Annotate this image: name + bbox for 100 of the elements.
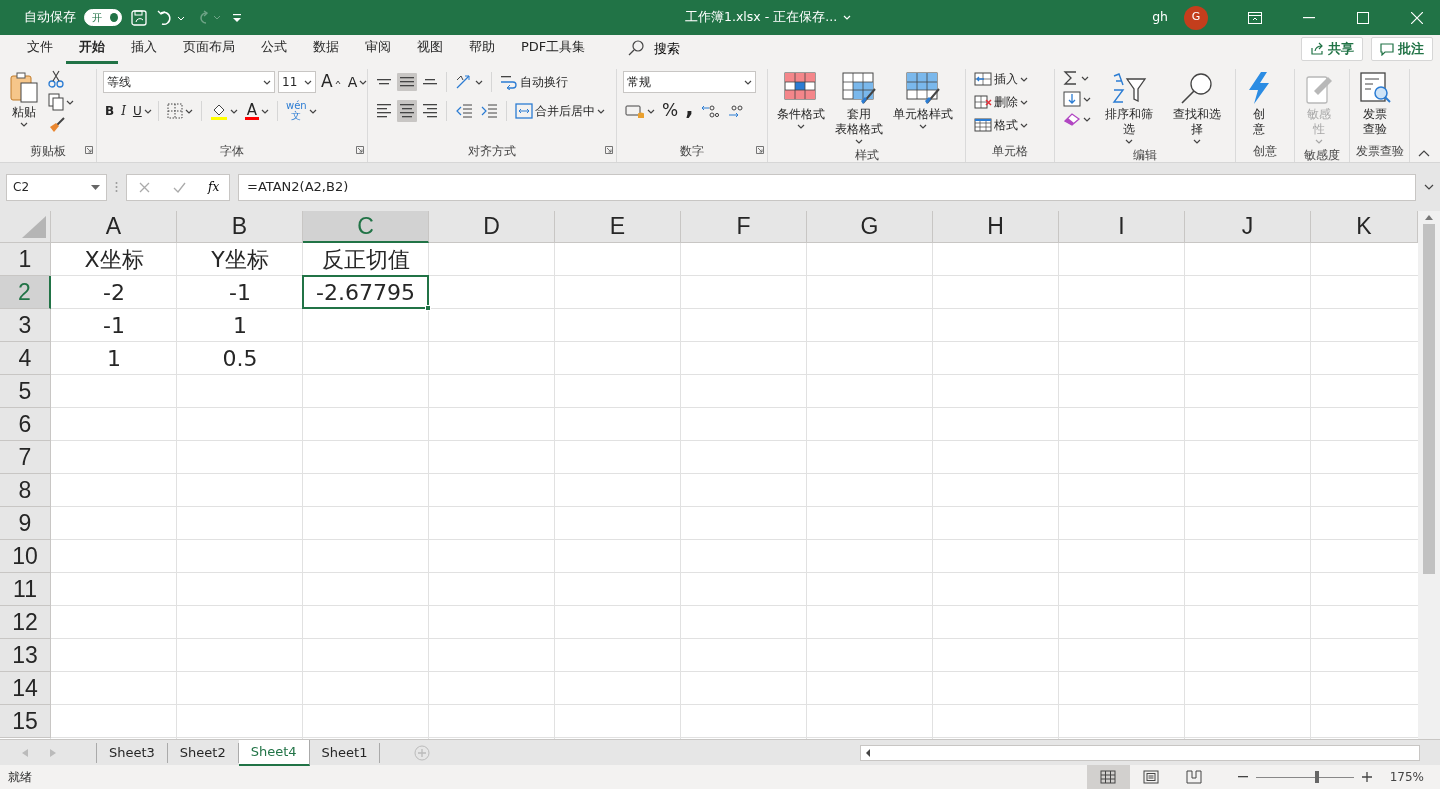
phonetic-button[interactable]: wén 文 — [283, 100, 319, 122]
invoice-check-button[interactable]: 发票 查验 — [1356, 69, 1394, 140]
paste-button[interactable]: 粘贴 — [6, 69, 42, 140]
normal-view-button[interactable] — [1086, 765, 1130, 789]
find-select-button[interactable]: 查找和选择 — [1165, 69, 1229, 146]
column-header[interactable]: B — [177, 211, 303, 243]
ribbon-tab[interactable]: 数据 — [300, 36, 352, 64]
save-icon[interactable] — [130, 8, 148, 27]
shrink-font-button[interactable]: A — [345, 70, 370, 94]
zoom-slider-thumb[interactable] — [1315, 770, 1320, 783]
row-header[interactable]: 13 — [0, 639, 51, 672]
font-name-field[interactable]: 等线 — [103, 71, 275, 93]
ribbon-tab[interactable]: PDF工具集 — [508, 36, 599, 64]
format-as-table-button[interactable]: 套用 表格格式 — [832, 69, 886, 146]
ribbon-tab[interactable]: 页面布局 — [170, 36, 248, 64]
comments-button[interactable]: 批注 — [1371, 36, 1433, 61]
font-size-field[interactable]: 11 — [278, 71, 316, 93]
sheet-tab[interactable]: Sheet4 — [238, 739, 310, 766]
row-header[interactable]: 5 — [0, 375, 51, 408]
percent-button[interactable]: % — [660, 97, 681, 125]
vertical-scrollbar[interactable] — [1418, 211, 1440, 739]
fill-handle[interactable] — [425, 305, 431, 311]
middle-align-button[interactable] — [397, 73, 417, 91]
undo-icon[interactable] — [156, 8, 186, 27]
customize-icon[interactable] — [230, 11, 244, 24]
autosave-toggle[interactable]: 开 — [84, 9, 122, 26]
scrollbar-thumb[interactable] — [1423, 224, 1435, 574]
up-arrow-icon — [1425, 215, 1433, 220]
row-header[interactable]: 7 — [0, 441, 51, 474]
row-header[interactable]: 1 — [0, 243, 51, 276]
dialog-launcher-icon[interactable] — [85, 146, 93, 154]
sheet-tab[interactable]: Sheet2 — [167, 742, 239, 763]
insert-function-button[interactable]: fx — [208, 178, 220, 196]
formula-field[interactable]: =ATAN2(A2,B2) — [238, 173, 1416, 201]
column-header[interactable]: A — [51, 211, 177, 243]
column-header[interactable]: E — [555, 211, 681, 243]
center-button[interactable] — [397, 100, 417, 122]
zoom-in-button[interactable] — [1359, 771, 1374, 783]
comma-style-button[interactable]: , — [683, 99, 696, 123]
borders-button[interactable] — [164, 102, 195, 120]
row-header[interactable]: 10 — [0, 540, 51, 573]
ideas-button[interactable]: 创 意 — [1242, 69, 1276, 140]
ribbon-tab[interactable]: 公式 — [248, 36, 300, 64]
row-header[interactable]: 14 — [0, 672, 51, 705]
font-color-button[interactable]: A — [242, 101, 271, 121]
insert-cells-button[interactable]: 插入 — [972, 69, 1030, 89]
column-header[interactable]: G — [807, 211, 933, 243]
fill-button[interactable] — [1061, 90, 1093, 108]
row-header[interactable]: 3 — [0, 309, 51, 342]
italic-button[interactable]: I — [119, 101, 128, 121]
wrap-text-button[interactable]: 自动换行 — [498, 72, 570, 92]
name-box[interactable]: C2 — [6, 173, 107, 201]
zoom-level[interactable]: 175% — [1389, 768, 1424, 786]
search-button[interactable]: 搜索 — [598, 38, 691, 64]
ribbon-tab[interactable]: 审阅 — [352, 36, 404, 64]
comment-icon — [1380, 41, 1394, 56]
delete-cells-button[interactable]: 删除 — [972, 92, 1030, 112]
collapse-ribbon-button[interactable] — [1416, 148, 1432, 158]
ribbon-tab[interactable]: 文件 — [14, 36, 66, 64]
row-header[interactable]: 4 — [0, 342, 51, 375]
sheet-tab[interactable]: Sheet3 — [97, 742, 168, 763]
sheet-tab[interactable]: Sheet1 — [309, 742, 381, 763]
zoom-out-button[interactable] — [1235, 775, 1250, 779]
row-header[interactable]: 6 — [0, 408, 51, 441]
row-header[interactable]: 9 — [0, 507, 51, 540]
copy-button[interactable] — [46, 92, 76, 112]
sort-filter-button[interactable]: 排序和筛选 — [1097, 69, 1161, 146]
column-header[interactable]: I — [1059, 211, 1185, 243]
cell-styles-button[interactable]: 单元格样式 — [890, 69, 956, 146]
expand-icon[interactable] — [1424, 184, 1434, 190]
bold-button[interactable]: B — [103, 101, 117, 121]
row-header[interactable]: 11 — [0, 573, 51, 606]
share-button[interactable]: 共享 — [1301, 36, 1363, 61]
column-header[interactable]: C — [303, 211, 429, 243]
ribbon-tab[interactable]: 帮助 — [456, 36, 508, 64]
row-header[interactable]: 2 — [0, 276, 51, 309]
dialog-launcher-icon[interactable] — [605, 146, 613, 154]
row-header[interactable]: 15 — [0, 705, 51, 738]
accounting-format-button[interactable] — [623, 102, 657, 120]
table-cell[interactable]: -2.67795 — [302, 275, 429, 309]
number-format-field[interactable]: 常规 — [623, 71, 756, 93]
caret-icon — [359, 79, 368, 85]
ribbon-tab[interactable]: 插入 — [118, 36, 170, 64]
grow-font-button[interactable]: A — [319, 68, 343, 96]
column-header[interactable]: H — [933, 211, 1059, 243]
dialog-launcher-icon[interactable] — [356, 146, 364, 154]
format-cells-button[interactable]: 格式 — [972, 115, 1030, 135]
merge-center-button[interactable]: 合并后居中 — [513, 101, 607, 121]
column-header[interactable]: D — [429, 211, 555, 243]
ribbon-tab[interactable]: 视图 — [404, 36, 456, 64]
dialog-launcher-icon[interactable] — [756, 146, 764, 154]
column-header[interactable]: J — [1185, 211, 1311, 243]
conditional-format-button[interactable]: 条件格式 — [774, 69, 828, 146]
horizontal-scrollbar[interactable] — [860, 744, 1420, 761]
row-header[interactable]: 8 — [0, 474, 51, 507]
row-header[interactable]: 12 — [0, 606, 51, 639]
user-avatar[interactable]: G — [1184, 5, 1208, 30]
column-header[interactable]: K — [1311, 211, 1418, 243]
column-header[interactable]: F — [681, 211, 807, 243]
underline-button[interactable]: U — [130, 101, 144, 121]
